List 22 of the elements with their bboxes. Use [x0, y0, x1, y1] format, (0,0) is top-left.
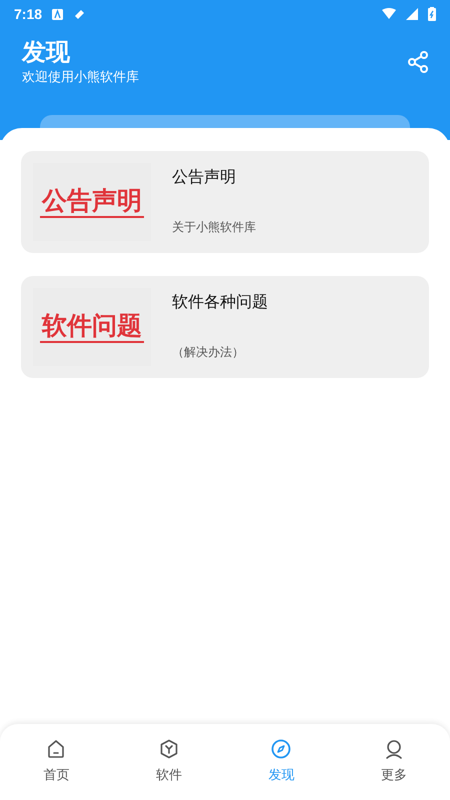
compass-icon	[270, 738, 292, 760]
card-title: 软件各种问题	[172, 292, 268, 313]
thumbnail-text: 软件问题	[40, 311, 144, 343]
thumbnail-text: 公告声明	[40, 186, 144, 218]
signal-icon	[406, 8, 418, 20]
list-card[interactable]: 公告声明 公告声明 关于小熊软件库	[21, 151, 429, 253]
card-subtitle: （解决办法）	[172, 344, 245, 360]
tag-icon	[73, 8, 86, 20]
notification-icon	[52, 8, 64, 20]
nav-tab[interactable]: 首页	[0, 724, 112, 800]
status-time: 7:18	[14, 4, 42, 24]
card-title: 公告声明	[172, 168, 237, 188]
battery-icon	[428, 7, 436, 21]
share-button[interactable]	[406, 50, 430, 74]
page-subtitle: 欢迎使用小熊软件库	[22, 68, 140, 86]
nav-tab[interactable]: 更多	[338, 724, 450, 800]
cube-icon	[158, 738, 180, 760]
list-card[interactable]: 软件问题 软件各种问题 （解决办法）	[21, 276, 429, 378]
page-title: 发现	[22, 38, 71, 68]
nav-tab[interactable]: 软件	[112, 724, 225, 800]
wifi-icon	[382, 8, 396, 20]
card-subtitle: 关于小熊软件库	[172, 219, 256, 235]
